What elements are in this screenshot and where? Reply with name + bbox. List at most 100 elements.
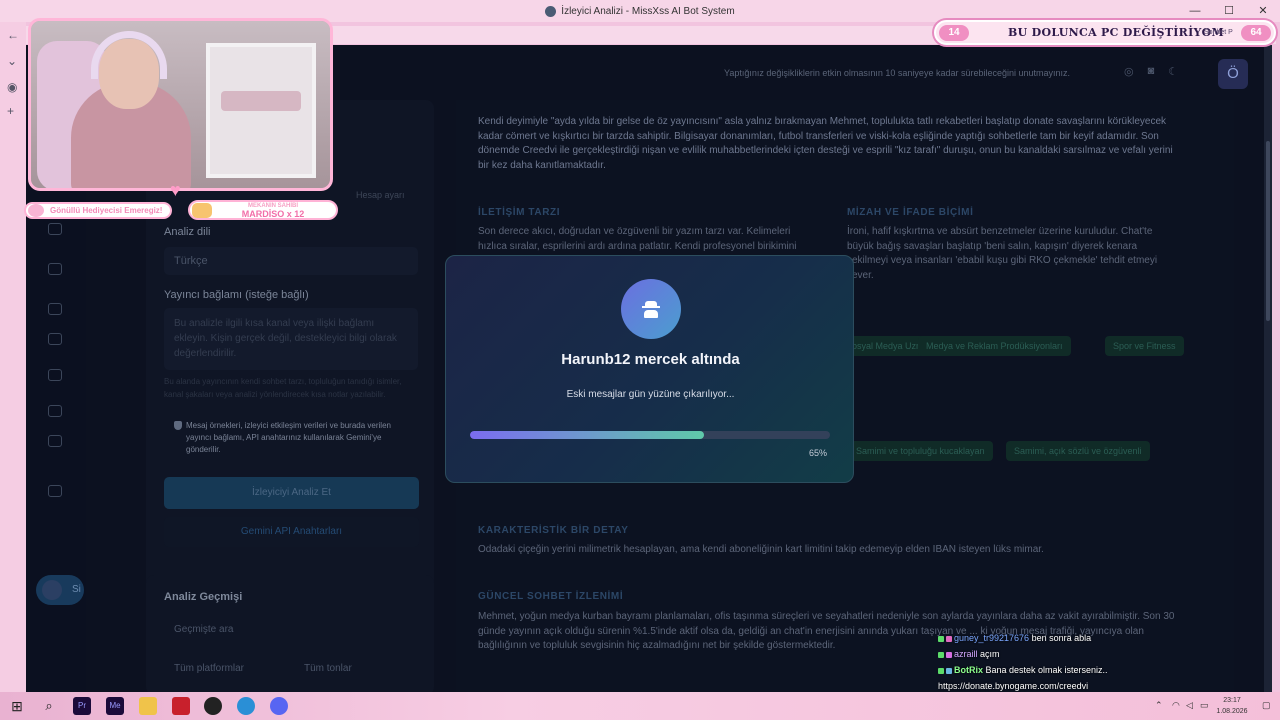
windows-start-icon[interactable]: ⊞ <box>8 697 26 715</box>
sidebar-item-calendar[interactable] <box>48 223 62 235</box>
progress-percent: 65% <box>808 448 827 458</box>
trait-chip: Samimi ve topluluğu kucaklayan <box>848 441 993 461</box>
moon-icon[interactable]: ☾ <box>1168 65 1178 78</box>
webcam-overlay <box>28 18 333 191</box>
chat-text: Bana destek olmak isterseniz.. <box>983 665 1108 675</box>
context-hint: Bu alanda yayıncının kendi sohbet tarzı,… <box>164 377 402 399</box>
sidebar-item-tools[interactable] <box>48 333 62 345</box>
trait-chip: Samimi, açık sözlü ve özgüvenli <box>1006 441 1150 461</box>
privacy-note-text: Mesaj örnekleri, izleyici etkileşim veri… <box>186 421 391 454</box>
window-title: İzleyici Analizi - MissXss AI Bot System <box>561 5 735 17</box>
privacy-note: Mesaj örnekleri, izleyici etkileşim veri… <box>174 420 414 456</box>
media-encoder-icon[interactable]: Me <box>106 697 124 715</box>
progress-fill <box>470 431 704 439</box>
goal-text: BU DOLUNCA PC DEĞİŞTİRİYOM <box>1008 26 1225 39</box>
chat-text: açım <box>977 649 1000 659</box>
heart-icon: ♥ <box>170 180 181 200</box>
progress-bar <box>470 431 830 439</box>
api-keys-button[interactable]: Gemini API Anahtarları <box>164 517 419 547</box>
app-icon <box>545 5 557 17</box>
language-select[interactable]: Türkçe <box>164 247 418 275</box>
top-icons: ◎ ◙ ☾ <box>1124 65 1178 78</box>
discord-taskbar-icon[interactable] <box>270 697 288 715</box>
humor-text: İroni, hafif kışkırtma ve absürt benzetm… <box>847 226 1158 281</box>
chat-text: ben sonra abla <box>1029 633 1092 643</box>
close-button[interactable]: ✕ <box>1246 0 1280 22</box>
battery-icon[interactable]: ▭ <box>1200 700 1209 711</box>
sidebar-item-database[interactable] <box>48 263 62 275</box>
communication-title: İLETİŞİM TARZI <box>478 207 561 218</box>
chat-badge-icon <box>938 667 944 674</box>
sidebar-user-button[interactable]: Si <box>36 575 84 605</box>
scrollbar[interactable] <box>1264 45 1272 692</box>
history-search-input[interactable]: Geçmişte ara <box>164 619 418 641</box>
interest-chip: Medya ve Reklam Prodüksiyonları <box>918 336 1071 356</box>
chat-username: azraill <box>954 649 978 659</box>
tray-chevron-icon[interactable]: ⌃ <box>1155 700 1163 711</box>
platform-filter[interactable]: Tüm platformlar <box>164 658 284 680</box>
sidebar-item-media[interactable] <box>48 369 62 381</box>
notification-icon[interactable]: ▢ <box>1262 700 1271 711</box>
search-icon[interactable]: ⌕ <box>40 697 58 715</box>
owner-badge-name: MARDİSO x 12 <box>241 209 305 219</box>
chat-text: https://donate.bynogame.com/creedvi <box>938 681 1089 691</box>
clock[interactable]: 23:17 1.08.2026 <box>1212 695 1252 717</box>
history-title: Analiz Geçmişi <box>164 591 243 603</box>
spy-avatar <box>621 279 681 339</box>
chat-username: BotRix <box>954 665 983 675</box>
form-subtitle: Hesap ayarı <box>356 190 405 200</box>
analyze-button[interactable]: İzleyiciyi Analiz Et <box>164 477 419 509</box>
goal-level-left: 14 <box>939 25 969 41</box>
minimize-button[interactable]: — <box>1178 0 1212 22</box>
spy-icon <box>642 300 660 318</box>
wifi-icon[interactable]: ◠ <box>1172 700 1180 711</box>
chat-impression-title: GÜNCEL SOHBET İZLENİMİ <box>478 591 624 602</box>
chevron-down-icon[interactable]: ⌄ <box>7 54 17 68</box>
app-red-icon[interactable] <box>172 697 190 715</box>
tone-filter[interactable]: Tüm tonlar <box>294 658 414 680</box>
chat-message: guney_tr99217676 ben sonra abla <box>938 630 1238 646</box>
sidebar-item-games[interactable] <box>48 485 62 497</box>
chat-badge-icon <box>938 651 944 658</box>
user-avatar[interactable]: Ö <box>1218 59 1248 89</box>
detail-title: KARAKTERİSTİK BİR DETAY <box>478 525 629 536</box>
browser-side-strip: ← ⌄ ◉ + <box>0 22 26 692</box>
scrollbar-thumb[interactable] <box>1266 141 1270 321</box>
window-controls: — ☐ ✕ <box>1178 0 1280 22</box>
modal-title: Harunb12 mercek altında <box>561 351 740 368</box>
goal-chip: Sohbet P <box>1204 29 1233 36</box>
analysis-progress-modal: Harunb12 mercek altında Eski mesajlar gü… <box>445 255 854 483</box>
premiere-icon[interactable]: Pr <box>73 697 91 715</box>
donation-goal-bar: 14 BU DOLUNCA PC DEĞİŞTİRİYOM Sohbet P 6… <box>934 20 1276 45</box>
context-textarea[interactable]: Bu analizle ilgili kısa kanal veya ilişk… <box>164 308 418 370</box>
maximize-button[interactable]: ☐ <box>1212 0 1246 22</box>
stream-chat-overlay: guney_tr99217676 ben sonra abla azraill … <box>938 630 1238 694</box>
discord-icon[interactable]: ◙ <box>1148 65 1155 78</box>
interest-chip: Spor ve Fitness <box>1105 336 1184 356</box>
plus-icon[interactable]: + <box>7 104 14 118</box>
shield-icon <box>174 421 182 430</box>
chat-badge-icon <box>938 635 944 642</box>
clock-date: 1.08.2026 <box>1216 708 1248 715</box>
support-icon[interactable]: ◎ <box>1124 65 1134 78</box>
chat-message: BotRix Bana destek olmak isterseniz.. <box>938 662 1238 678</box>
goal-level-right: 64 <box>1241 25 1271 41</box>
obs-icon[interactable] <box>204 697 222 715</box>
report-intro: Kendi deyimiyle "ayda yılda bir gelse de… <box>478 116 1173 171</box>
language-label: Analiz dili <box>164 226 211 238</box>
back-icon[interactable]: ← <box>7 28 19 42</box>
taskbar <box>0 692 1280 720</box>
clock-time: 23:17 <box>1223 697 1241 704</box>
volume-icon[interactable]: ◁ <box>1186 700 1193 711</box>
detail-text: Odadaki çiçeğin yerini milimetrik hesapl… <box>478 544 1044 555</box>
folder-icon[interactable] <box>139 697 157 715</box>
owner-badge: MEKANIN SAHİBİ MARDİSO x 12 <box>188 200 338 220</box>
sidebar-item-list[interactable] <box>48 303 62 315</box>
edge-icon[interactable] <box>237 697 255 715</box>
communication-text: Son derece akıcı, doğrudan ve özgüvenli … <box>478 226 797 252</box>
context-label: Yayıncı bağlamı (isteğe bağlı) <box>164 289 309 301</box>
sidebar-item-users[interactable] <box>48 405 62 417</box>
app-tab-icon[interactable]: ◉ <box>7 80 17 94</box>
sidebar-item-history[interactable] <box>48 435 62 447</box>
modal-status: Eski mesajlar gün yüzüne çıkarılıyor... <box>566 389 735 400</box>
